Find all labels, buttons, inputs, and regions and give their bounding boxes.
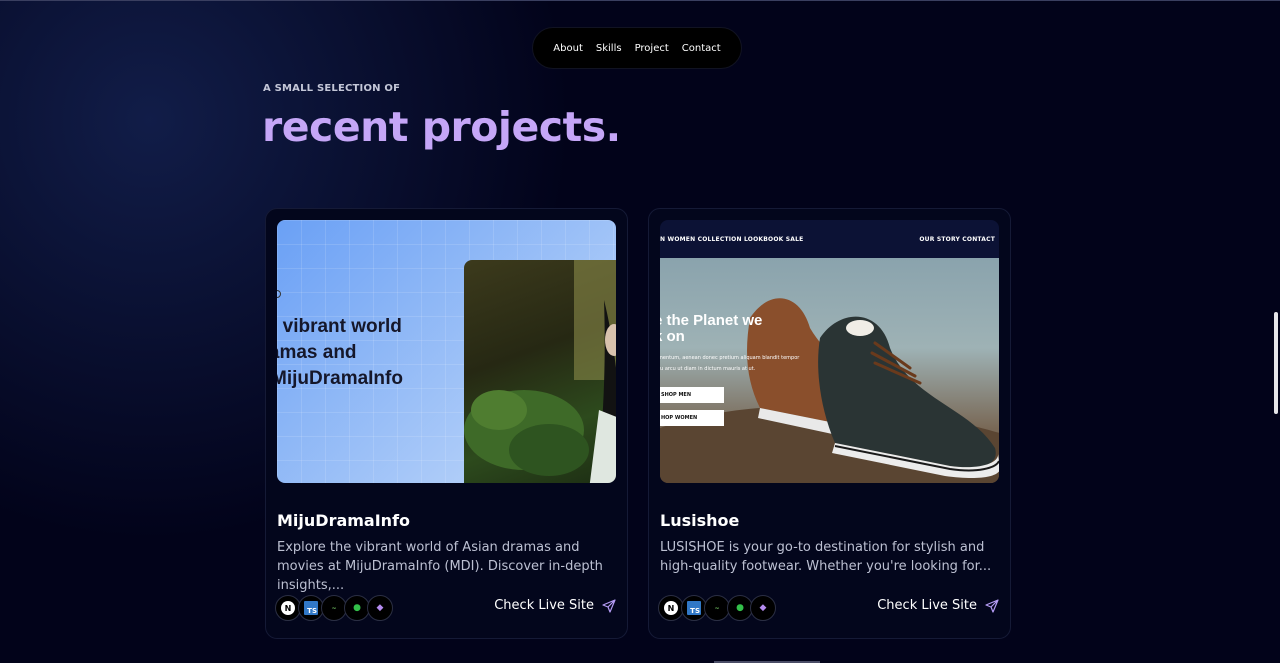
thumbnail-hero-subtext: mentum, aenean donec pretium aliquam bla… xyxy=(660,355,800,372)
page-scrollbar[interactable] xyxy=(1274,312,1278,414)
project-title: Lusishoe xyxy=(660,511,740,530)
top-border xyxy=(0,0,1280,1)
project-card-mijudramainfo[interactable]: e the vibrant world n dramas and s at Mi… xyxy=(265,208,628,639)
tech-stack: N TS ~ ● ◆ xyxy=(658,595,776,621)
section-heading: recent projects. xyxy=(262,103,621,151)
thumbnail-hero-text: e the vibrant world n dramas and s at Mi… xyxy=(277,316,403,389)
floating-navbar: About Skills Project Contact xyxy=(532,27,742,69)
project-description: LUSISHOE is your go-to destination for s… xyxy=(660,540,992,574)
section-eyebrow: A SMALL SELECTION OF xyxy=(263,83,401,94)
thumbnail-hero-heading: e the Planet we k on xyxy=(660,312,763,345)
nav-link-project[interactable]: Project xyxy=(635,43,669,54)
project-thumbnail[interactable]: N WOMEN COLLECTION LOOKBOOK SALE OUR STO… xyxy=(660,220,999,483)
send-icon xyxy=(985,598,999,613)
project-thumbnail[interactable]: e the vibrant world n dramas and s at Mi… xyxy=(277,220,616,483)
thumbnail-shop-men-button: SHOP MEN xyxy=(660,387,724,403)
send-icon xyxy=(602,598,616,613)
nav-link-skills[interactable]: Skills xyxy=(596,43,622,54)
shield-icon: ◆ xyxy=(367,595,393,621)
project-card-lusishoe[interactable]: N WOMEN COLLECTION LOOKBOOK SALE OUR STO… xyxy=(648,208,1011,639)
check-live-site-link[interactable]: Check Live Site xyxy=(877,598,999,613)
thumbnail-drama-photo xyxy=(464,260,616,483)
check-live-site-label: Check Live Site xyxy=(877,598,977,613)
nav-link-contact[interactable]: Contact xyxy=(682,43,721,54)
shield-icon: ◆ xyxy=(750,595,776,621)
thumbnail-navbar: N WOMEN COLLECTION LOOKBOOK SALE OUR STO… xyxy=(660,220,999,258)
project-title: MijuDramaInfo xyxy=(277,511,411,530)
project-description: Explore the vibrant world of Asian drama… xyxy=(277,540,603,593)
thumbnail-shop-women-button: HOP WOMEN xyxy=(660,410,724,426)
check-live-site-label: Check Live Site xyxy=(494,598,594,613)
tech-stack: N TS ~ ● ◆ xyxy=(275,595,393,621)
nav-link-about[interactable]: About xyxy=(553,43,583,54)
check-live-site-link[interactable]: Check Live Site xyxy=(494,598,616,613)
